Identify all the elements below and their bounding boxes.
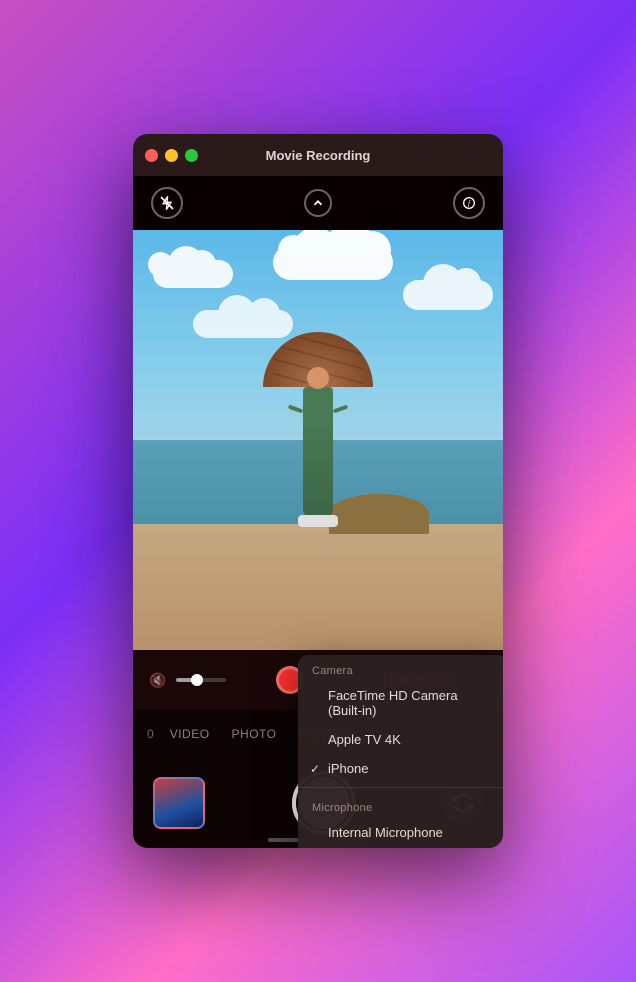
body-figure <box>303 387 333 517</box>
volume-thumb <box>191 674 203 686</box>
recording-section: 🔇 --:-- <box>133 650 503 710</box>
microphone-section-header: Microphone <box>298 792 503 818</box>
mode-photo[interactable]: PHOTO <box>222 721 287 747</box>
cloud-2 <box>273 245 393 280</box>
camera-appletv[interactable]: Apple TV 4K <box>298 725 503 754</box>
maximize-button[interactable] <box>185 149 198 162</box>
person-feet <box>298 515 338 527</box>
arm-left <box>288 405 303 414</box>
camera-appletv-label: Apple TV 4K <box>328 732 401 747</box>
camera-facetime-label: FaceTime HD Camera (Built-in) <box>328 688 494 718</box>
controls-bar: f <box>133 176 503 230</box>
arm-right <box>333 405 348 414</box>
flash-button[interactable] <box>151 187 183 219</box>
filter-button[interactable]: f <box>453 187 485 219</box>
camera-view <box>133 230 503 650</box>
cloud-3 <box>403 280 493 310</box>
camera-iphone[interactable]: iPhone <box>298 754 503 783</box>
person-figure <box>278 332 358 532</box>
dropdown-menu: Camera FaceTime HD Camera (Built-in) App… <box>298 655 503 848</box>
volume-icon: 🔇 <box>149 672 166 689</box>
main-window: Movie Recording f <box>133 134 503 848</box>
minimize-button[interactable] <box>165 149 178 162</box>
cloud-1 <box>153 260 233 288</box>
mic-internal[interactable]: Internal Microphone <box>298 818 503 847</box>
filter-icon: f <box>461 195 477 211</box>
mic-appletv[interactable]: Apple TV 4K <box>298 847 503 848</box>
flash-icon <box>159 195 175 211</box>
thumbnail[interactable] <box>153 777 205 829</box>
camera-section-header: Camera <box>298 655 503 681</box>
title-bar: Movie Recording <box>133 134 503 176</box>
thumbnail-image <box>155 779 203 827</box>
camera-facetime[interactable]: FaceTime HD Camera (Built-in) <box>298 681 503 725</box>
person-head <box>307 367 329 389</box>
close-button[interactable] <box>145 149 158 162</box>
mic-internal-label: Internal Microphone <box>328 825 443 840</box>
chevron-up-icon <box>311 196 325 210</box>
chevron-up-button[interactable] <box>304 189 332 217</box>
mode-zero: 0 <box>143 721 158 747</box>
mode-video[interactable]: VIDEO <box>160 721 220 747</box>
svg-text:f: f <box>468 199 471 208</box>
camera-iphone-label: iPhone <box>328 761 368 776</box>
menu-divider-1 <box>298 787 503 788</box>
sand-background <box>133 524 503 650</box>
window-controls <box>145 149 198 162</box>
window-title: Movie Recording <box>266 148 371 163</box>
volume-slider[interactable] <box>176 678 226 682</box>
volume-slider-container[interactable] <box>176 678 226 682</box>
